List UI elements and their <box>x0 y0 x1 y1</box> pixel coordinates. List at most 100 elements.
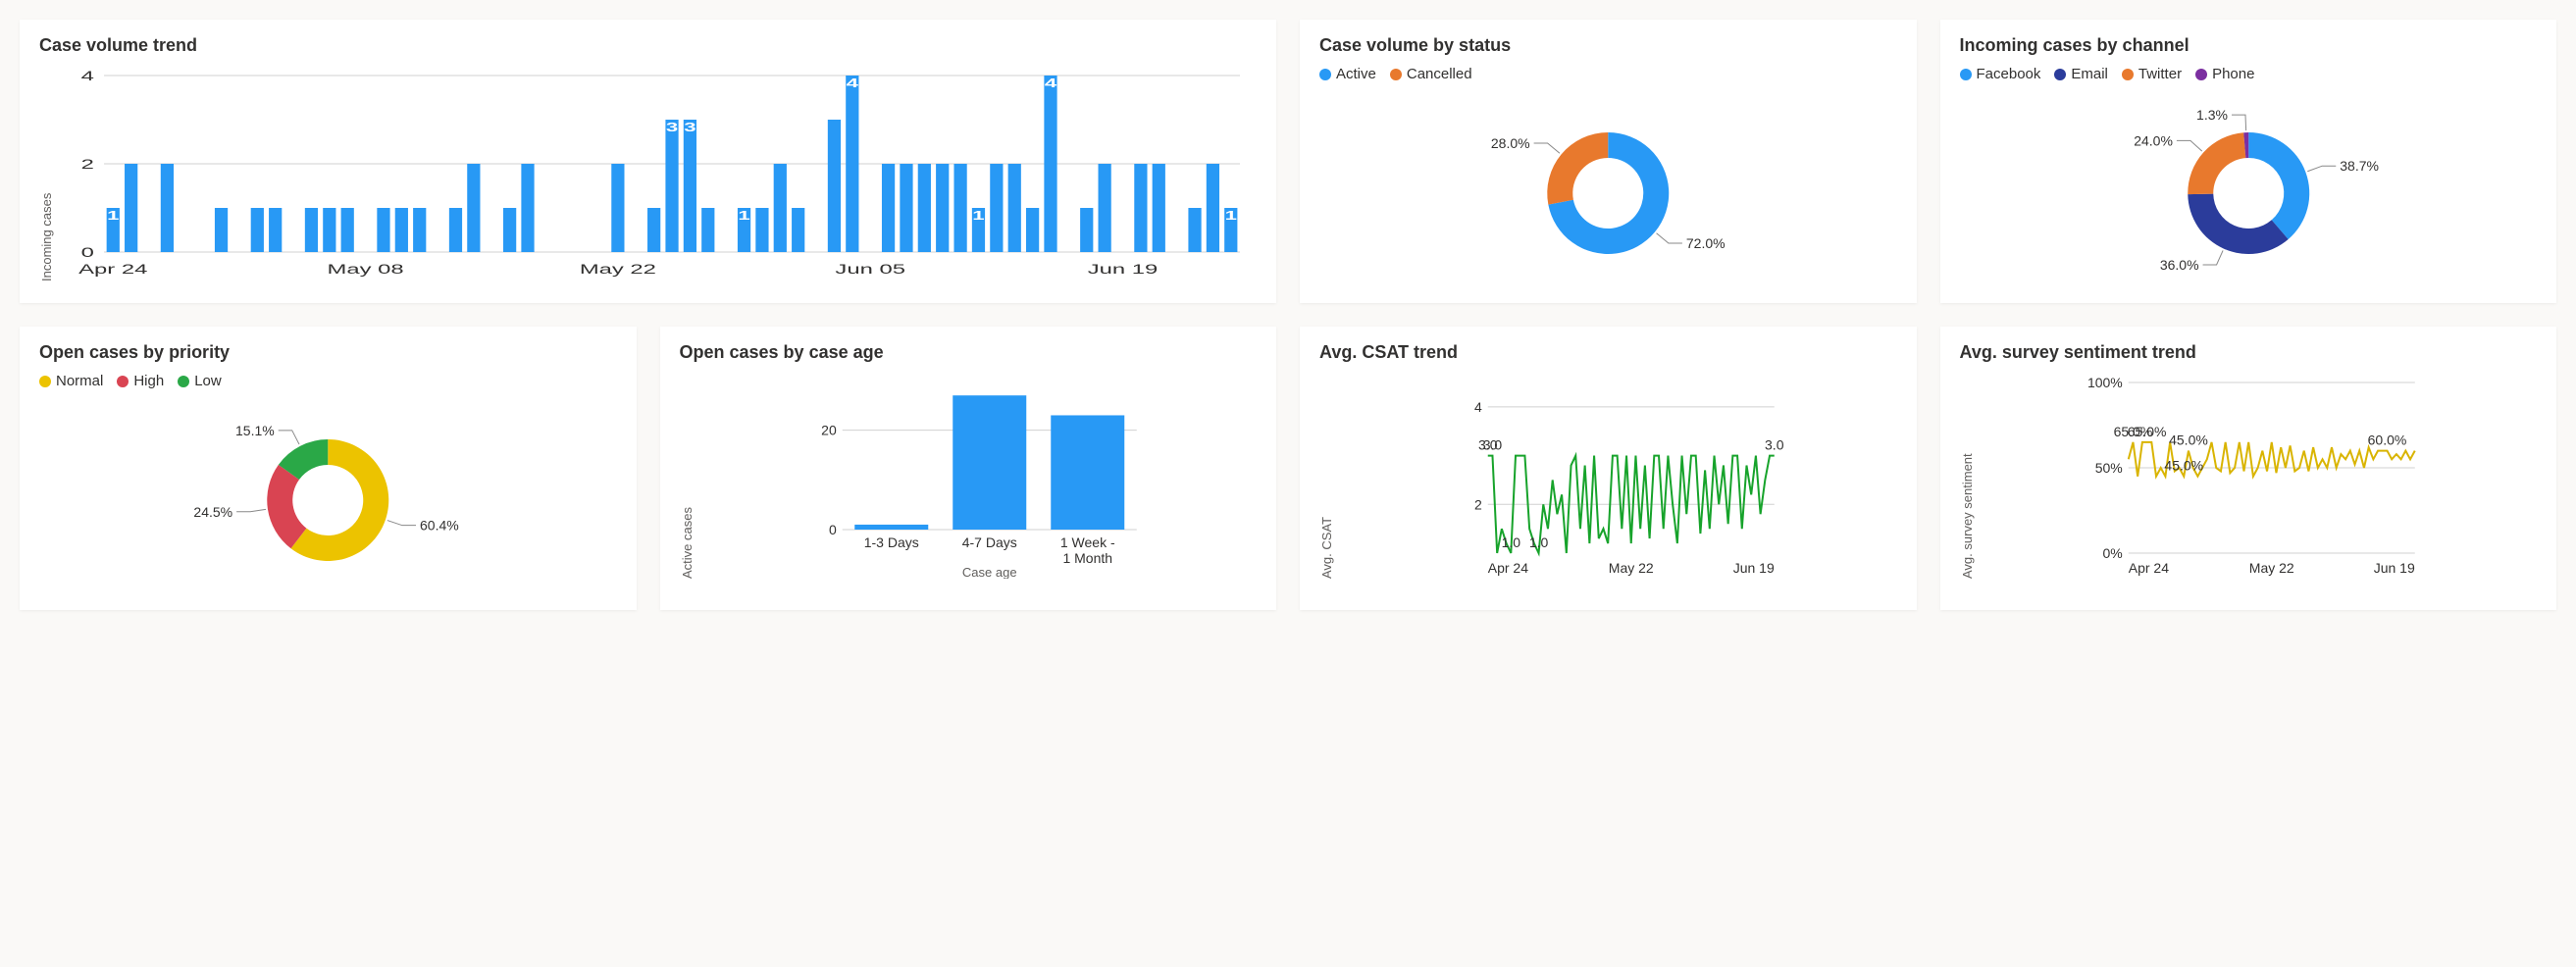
bar <box>521 164 534 252</box>
y-tick: 4 <box>81 69 94 84</box>
legend-label: Twitter <box>2138 66 2182 82</box>
x-tick: May 22 <box>1609 560 1654 576</box>
legend-label: Active <box>1336 66 1376 82</box>
bar <box>215 208 228 252</box>
legend-swatch <box>117 376 129 387</box>
callout-line <box>2202 250 2223 265</box>
bar <box>1008 164 1021 252</box>
point-label: 1.0 <box>1502 534 1521 550</box>
legend-item: Facebook <box>1960 66 2041 82</box>
y-tick: 4 <box>1474 399 1482 415</box>
point-label: 3.0 <box>1765 437 1784 453</box>
card-open-by-case-age: Open cases by case age Active cases 0201… <box>660 327 1277 610</box>
x-axis-label: Case age <box>961 565 1016 579</box>
bar <box>1044 76 1056 252</box>
bar <box>701 208 714 252</box>
point-label: 60.0% <box>2367 433 2406 448</box>
point-label: 65.0% <box>2127 424 2166 439</box>
legend-label: Normal <box>56 373 103 389</box>
legend-label: Cancelled <box>1407 66 1472 82</box>
card-open-by-priority: Open cases by priority NormalHighLow 60.… <box>20 327 637 610</box>
slice-label: 24.0% <box>2134 132 2173 148</box>
legend-item: Phone <box>2195 66 2254 82</box>
card-case-volume-trend: Case volume trend Incoming cases 0241331… <box>20 20 1276 303</box>
legend-label: High <box>133 373 164 389</box>
legend: Facebook Email Twitter Phone <box>1960 66 2538 82</box>
bar <box>449 208 462 252</box>
bar-value-label: 3 <box>666 121 678 134</box>
donut-slice <box>2188 132 2245 194</box>
bar <box>269 208 282 252</box>
callout-line <box>279 431 299 444</box>
legend-swatch <box>1390 69 1402 80</box>
card-title: Case volume by status <box>1319 35 1897 56</box>
bar-value-label: 1 <box>1225 209 1237 223</box>
legend-item: Normal <box>39 373 103 389</box>
legend-item: High <box>117 373 164 389</box>
callout-line <box>1657 233 1682 243</box>
bar <box>854 525 928 530</box>
bar <box>846 76 858 252</box>
x-tick: Apr 24 <box>2128 560 2168 576</box>
bar <box>1207 164 1219 252</box>
bar <box>953 164 966 252</box>
bar <box>684 120 696 252</box>
x-tick: Jun 05 <box>835 262 905 278</box>
legend-label: Email <box>2071 66 2108 82</box>
bar <box>1051 415 1124 530</box>
y-axis-label: Incoming cases <box>39 66 54 281</box>
bar <box>1099 164 1111 252</box>
legend-item: Active <box>1319 66 1376 82</box>
bar <box>341 208 354 252</box>
x-tick: 1-3 Days <box>863 534 918 550</box>
bar <box>1080 208 1093 252</box>
bar <box>953 395 1026 530</box>
legend: Active Cancelled <box>1319 66 1897 82</box>
card-title: Case volume trend <box>39 35 1257 56</box>
y-axis-label: Avg. CSAT <box>1319 373 1334 579</box>
bar <box>125 164 137 252</box>
chart-donut-priority: 60.4%24.5%15.1% <box>39 397 617 593</box>
bar <box>665 120 678 252</box>
bar <box>936 164 949 252</box>
x-tick: May 08 <box>328 262 404 278</box>
bar <box>990 164 1003 252</box>
slice-label: 1.3% <box>2196 107 2228 123</box>
card-title: Open cases by priority <box>39 342 617 363</box>
legend-label: Facebook <box>1977 66 2041 82</box>
bar <box>792 208 804 252</box>
x-tick: Jun 19 <box>1733 560 1775 576</box>
card-title: Avg. survey sentiment trend <box>1960 342 2538 363</box>
bar <box>1153 164 1165 252</box>
donut-slice <box>2248 132 2309 239</box>
bar <box>395 208 408 252</box>
point-label: 3.0 <box>1483 437 1503 453</box>
chart-line-csat: 243.03.01.01.03.0Apr 24May 22Jun 19 <box>1334 373 1897 579</box>
slice-label: 28.0% <box>1491 135 1530 151</box>
legend-swatch <box>2054 69 2066 80</box>
callout-line <box>236 509 266 511</box>
bar <box>755 208 768 252</box>
x-tick: Jun 19 <box>1088 262 1159 278</box>
y-tick: 50% <box>2094 460 2122 476</box>
slice-label: 60.4% <box>420 518 459 534</box>
donut-slice <box>2188 194 2288 254</box>
bar <box>413 208 426 252</box>
card-title: Incoming cases by channel <box>1960 35 2538 56</box>
bar-value-label: 1 <box>972 209 984 223</box>
point-label: 1.0 <box>1529 534 1549 550</box>
x-tick: May 22 <box>2248 560 2293 576</box>
bar <box>647 208 660 252</box>
chart-donut-status: 72.0%28.0% <box>1319 90 1897 286</box>
y-tick: 100% <box>2087 375 2122 390</box>
x-tick: May 22 <box>580 262 656 278</box>
bar <box>161 164 174 252</box>
chart-bar-caseage: 0201-3 Days4-7 Days1 Week -1 MonthCase a… <box>695 373 1258 579</box>
legend-item: Twitter <box>2122 66 2182 82</box>
legend: NormalHighLow <box>39 373 617 389</box>
legend-item: Cancelled <box>1390 66 1472 82</box>
y-tick: 0 <box>828 522 836 537</box>
card-avg-csat-trend: Avg. CSAT trend Avg. CSAT 243.03.01.01.0… <box>1300 327 1917 610</box>
x-tick: Apr 24 <box>78 262 147 278</box>
legend-swatch <box>39 376 51 387</box>
